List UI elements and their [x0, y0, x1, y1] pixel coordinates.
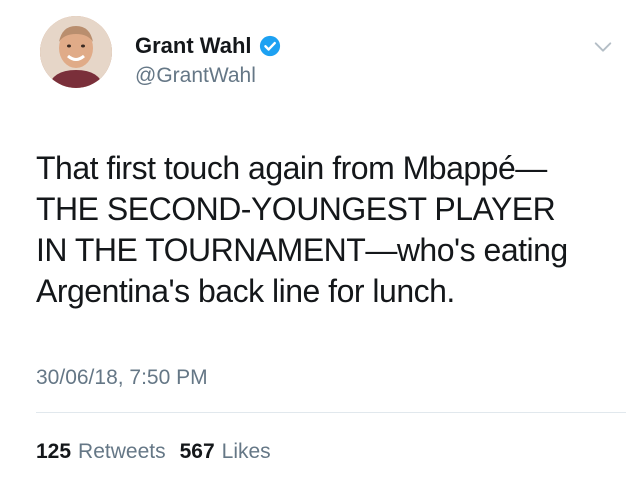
tweet-line: That first touch again from Mbappé— — [36, 150, 547, 186]
avatar-portrait — [40, 16, 112, 88]
tweet-stats: 125 Retweets 567 Likes — [36, 440, 285, 464]
author-row: Grant Wahl — [135, 33, 281, 59]
avatar[interactable] — [40, 16, 112, 88]
retweets-count: 125 — [36, 440, 72, 463]
author-handle[interactable]: @GrantWahl — [135, 64, 256, 88]
author-name[interactable]: Grant Wahl — [135, 33, 252, 59]
tweet-line: THE SECOND-YOUNGEST PLAYER — [36, 191, 556, 227]
tweet-line: Argentina's back line for lunch. — [36, 273, 455, 309]
tweet-text: That first touch again from Mbappé— THE … — [36, 148, 626, 312]
chevron-down-icon[interactable] — [592, 36, 614, 58]
tweet-card: Grant Wahl @GrantWahl That first touch a… — [0, 0, 644, 485]
likes-stat[interactable]: 567 Likes — [180, 440, 271, 464]
tweet-timestamp[interactable]: 30/06/18, 7:50 PM — [36, 366, 208, 390]
tweet-line: IN THE TOURNAMENT—who's eating — [36, 232, 568, 268]
divider — [36, 412, 626, 413]
likes-count: 567 — [179, 440, 215, 463]
retweets-stat[interactable]: 125 Retweets — [36, 440, 166, 464]
retweets-label: Retweets — [78, 440, 166, 463]
likes-label: Likes — [221, 440, 271, 463]
verified-badge-icon — [259, 35, 280, 57]
